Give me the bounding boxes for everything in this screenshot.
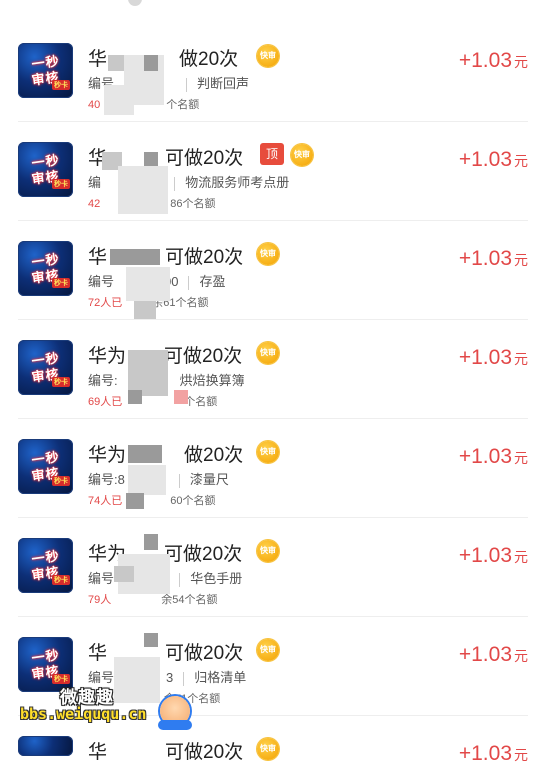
fast-review-badge: 快审 [291, 144, 313, 166]
thumbnail-tag: 秒卡 [52, 179, 70, 189]
watermark-url: bbs.weiququ.cn [20, 705, 147, 723]
mosaic-block [144, 152, 158, 166]
task-code: 编 [88, 175, 102, 190]
fast-review-badge: 快审 [257, 738, 279, 760]
task-title-end: 可做20次 [164, 544, 243, 565]
task-thumbnail [18, 736, 73, 756]
quota-sold: 69人已 [88, 396, 123, 408]
mosaic-block [128, 465, 166, 495]
task-title: 华 可做20次 [88, 638, 243, 665]
task-item[interactable]: 一秒 审核 秒卡 华为 可做20次 快审 编号: 烘焙换算簿 69人已 个名额 +1.… [18, 320, 528, 419]
task-name: 归格清单 [194, 670, 247, 685]
task-title-end: 做20次 [179, 49, 239, 70]
task-price: +1.03 元 [458, 742, 528, 765]
task-thumbnail: 一秒 审核 秒卡 [18, 340, 73, 395]
task-thumbnail: 一秒 审核 秒卡 [18, 538, 73, 593]
task-title-start: 华 [88, 643, 108, 664]
mosaic-block [126, 267, 170, 301]
pinned-badge: 顶 [260, 143, 284, 165]
thumbnail-tag: 秒卡 [52, 476, 70, 486]
task-item[interactable]: 一秒 审核 秒卡 华为 做20次 快审 编号:8 漆量尺 74人已 60个名额 +1.… [18, 419, 528, 518]
fast-review-badge: 快审 [257, 342, 279, 364]
quota-sold: 42 [88, 198, 101, 210]
task-code: 编号 [88, 274, 115, 289]
task-title: 华为 做20次 [88, 440, 243, 467]
task-item[interactable]: 一秒 审核 秒卡 华做20次 快审 编号 判断回声 40 个名额 +1.03 元 [18, 23, 528, 122]
thumbnail-tag: 秒卡 [52, 575, 70, 585]
task-code: 编号 [88, 571, 115, 586]
mosaic-block [134, 301, 156, 319]
mosaic-block [174, 390, 188, 404]
task-item[interactable]: 一秒 审核 秒卡 华可做20次 顶 快审 编0物流服务师考点册 4286个名额 … [18, 122, 528, 221]
mosaic-block [118, 166, 168, 214]
task-price: +1.03 元 [458, 544, 528, 567]
task-name: 判断回声 [197, 76, 250, 91]
task-title-end: 做20次 [184, 445, 244, 466]
task-title: 华 可做20次 [88, 737, 243, 764]
mosaic-block [110, 249, 160, 265]
quota-left: 86个名额 [170, 198, 216, 210]
task-code: 编号: [88, 373, 118, 388]
task-thumbnail: 一秒 审核 秒卡 [18, 241, 73, 296]
task-code: 编号:8 [88, 472, 125, 487]
task-name: 物流服务师考点册 [185, 175, 290, 190]
task-title-start: 华为 [88, 346, 127, 367]
task-name: 华色手册 [190, 571, 243, 586]
task-price: +1.03 元 [458, 49, 528, 72]
quota-sold: 72人已 [88, 297, 123, 309]
fast-review-badge: 快审 [257, 441, 279, 463]
task-price: +1.03 元 [458, 346, 528, 369]
task-name: 漆量尺 [189, 472, 229, 487]
task-price: +1.03 元 [458, 247, 528, 270]
quota-left: 60个名额 [170, 495, 216, 507]
watermark-mascot-icon [158, 696, 192, 730]
mosaic-block [114, 657, 160, 703]
task-item[interactable]: 一秒 审核 秒卡 华可做20次 快审 编号 00 存盈 72人已 余61个名额 +1.… [18, 221, 528, 320]
mosaic-block [114, 566, 134, 582]
task-title-start: 华 [88, 49, 108, 70]
task-title-end: 可做20次 [164, 346, 243, 367]
mosaic-block [144, 55, 158, 71]
fast-review-badge: 快审 [257, 639, 279, 661]
thumbnail-tag: 秒卡 [52, 278, 70, 288]
task-title-start: 华为 [88, 445, 127, 466]
task-title-end: 可做20次 [165, 742, 244, 763]
scroll-indicator [128, 0, 142, 6]
task-thumbnail: 一秒 审核 秒卡 [18, 43, 73, 98]
task-title-start: 华 [88, 742, 108, 763]
task-thumbnail: 一秒 审核 秒卡 [18, 439, 73, 494]
fast-review-badge: 快审 [257, 540, 279, 562]
mosaic-block [104, 85, 134, 115]
quota-left: 个名额 [166, 99, 200, 111]
task-item[interactable]: 一秒 审核 秒卡 华为可做20次 快审 编号5华色手册 79人余54个名额 +1… [18, 518, 528, 617]
task-list: 一秒 审核 秒卡 华做20次 快审 编号 判断回声 40 个名额 +1.03 元 一秒… [0, 23, 540, 765]
task-title-end: 可做20次 [165, 247, 244, 268]
quota-sold: 40 [88, 99, 101, 111]
task-name: 存盈 [199, 274, 226, 289]
mosaic-block [128, 390, 142, 404]
quota-left: 个名额 [184, 396, 218, 408]
mosaic-block [108, 55, 124, 71]
thumbnail-tag: 秒卡 [52, 377, 70, 387]
task-price: +1.03 元 [458, 643, 528, 666]
task-price: +1.03 元 [458, 445, 528, 468]
mosaic-block [126, 493, 144, 509]
task-title-end: 可做20次 [165, 643, 244, 664]
quota-sold: 79人 [88, 594, 112, 606]
task-title-start: 华 [88, 247, 108, 268]
task-thumbnail: 一秒 审核 秒卡 [18, 142, 73, 197]
thumbnail-tag: 秒卡 [52, 80, 70, 90]
task-price: +1.03 元 [458, 148, 528, 171]
quota-left: 余54个名额 [161, 594, 218, 606]
mosaic-block [144, 534, 158, 550]
fast-review-badge: 快审 [257, 45, 279, 67]
quota-sold: 74人已 [88, 495, 123, 507]
task-code-suffix: 3 [166, 670, 174, 685]
mosaic-block [128, 445, 162, 463]
task-name: 烘焙换算簿 [179, 373, 245, 388]
fast-review-badge: 快审 [257, 243, 279, 265]
mosaic-block [144, 633, 158, 647]
task-title-end: 可做20次 [165, 148, 244, 169]
